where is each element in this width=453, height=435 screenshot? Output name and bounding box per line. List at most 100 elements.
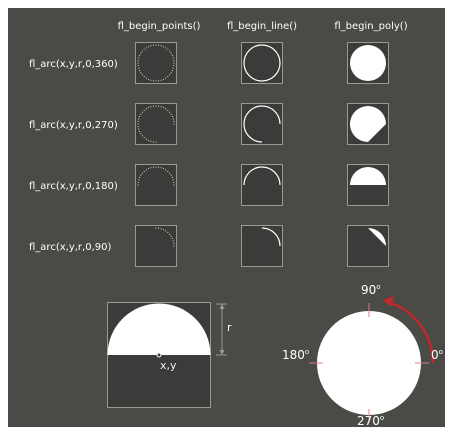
arc-dot [162,168,164,170]
arc-dot [138,128,140,130]
arc-dot [143,48,145,50]
arc-diagram: fl_begin_points() fl_begin_line() fl_beg… [0,0,453,435]
arc-dot [173,242,175,244]
arc-dot [170,235,172,237]
arc-cell-line-90 [241,225,283,267]
arc-polygon [350,106,386,142]
arc-dot [158,80,160,82]
arc-dot [138,179,140,181]
arc-dot [167,76,169,78]
arc-dot [160,106,162,108]
arc-dot [155,141,157,143]
arc-dot [173,123,175,125]
radius-label: r [227,321,232,334]
arc-dot [140,52,142,54]
arc-dot [173,245,175,247]
header-begin-line: fl_begin_line() [226,21,298,32]
arc-dot [138,67,140,69]
arc-dot [139,69,141,71]
arc-dot [137,184,139,186]
arc-dot [160,45,162,47]
arc-dot [170,113,172,115]
arc-dot [173,62,175,64]
arc-dot [143,137,145,139]
arc-dot [162,78,164,80]
arc-cell-line-180 [241,164,283,206]
arc-dot [145,169,147,171]
arc-dot [155,80,157,82]
arc-dot [140,113,142,115]
arc-dot [170,52,172,54]
arc-dot [143,76,145,78]
arc-cell-points-180 [135,164,177,206]
arc-dot [160,79,162,81]
center-point [156,352,162,358]
arc-dot [172,67,174,69]
arc-dot [137,65,139,67]
arc-cell-points-90 [135,225,177,267]
center-label: x,y [160,359,177,372]
arc-dot [173,59,175,61]
arc-dot [148,107,150,109]
arc-dot [158,44,160,46]
row-label-180: fl_arc(x,y,r,0,180) [29,181,118,192]
arc-dot [158,166,160,168]
arc-dot [152,80,154,82]
arc-dot [165,169,167,171]
arc-dot [171,238,173,240]
arc-dot [141,50,143,52]
arc-dot [145,138,147,140]
arc-polygon [350,167,386,185]
header-begin-points: fl_begin_points() [117,21,201,32]
arc-dot [137,123,139,125]
arc-cell-poly-180 [347,164,389,206]
arc-dot [145,77,147,79]
arc-cell-poly-270 [347,103,389,145]
arc-dot [148,168,150,170]
arc-dot [155,44,157,46]
arc-dot [150,106,152,108]
arc-dot [155,227,157,229]
rotation-arrowhead [383,296,394,307]
arc-cell-poly-360 [347,42,389,84]
arc-dot [150,79,152,81]
arc-dot [171,69,173,71]
arc-dot [170,174,172,176]
header-begin-poly: fl_begin_poly() [334,21,408,32]
arc-dot [171,116,173,118]
arc-dot [148,139,150,141]
arc-dot [137,120,139,122]
arc-cell-points-270 [135,103,177,145]
arc-dot [141,135,143,137]
arc-dot [139,55,141,57]
arc-dot [165,108,167,110]
arc-dot [139,130,141,132]
arc-line [243,166,281,186]
arc-dot [167,48,169,50]
arc-cell-poly-90 [347,225,389,267]
arc-dot [152,166,154,168]
arc-dot [173,184,175,186]
arc-dot [140,133,142,135]
arc-dot [150,167,152,169]
arc-dot [138,118,140,120]
arc-dot [162,229,164,231]
arc-line [243,44,281,82]
arc-dot [160,228,162,230]
arc-dot [162,107,164,109]
row-label-90: fl_arc(x,y,r,0,90) [29,242,112,253]
arc-dot [140,174,142,176]
arc-dot [170,72,172,74]
arc-dot [165,77,167,79]
arc-dot [169,172,171,174]
arc-dot [158,105,160,107]
arc-dot [143,109,145,111]
arc-dot [137,59,139,61]
arc-dot [152,105,154,107]
angle-270-label: 270o [357,414,385,428]
arc-dot [169,111,171,113]
arc-dot [171,55,173,57]
arc-dot [172,118,174,120]
angle-90-label: 90o [361,283,381,297]
arc-dot [167,109,169,111]
